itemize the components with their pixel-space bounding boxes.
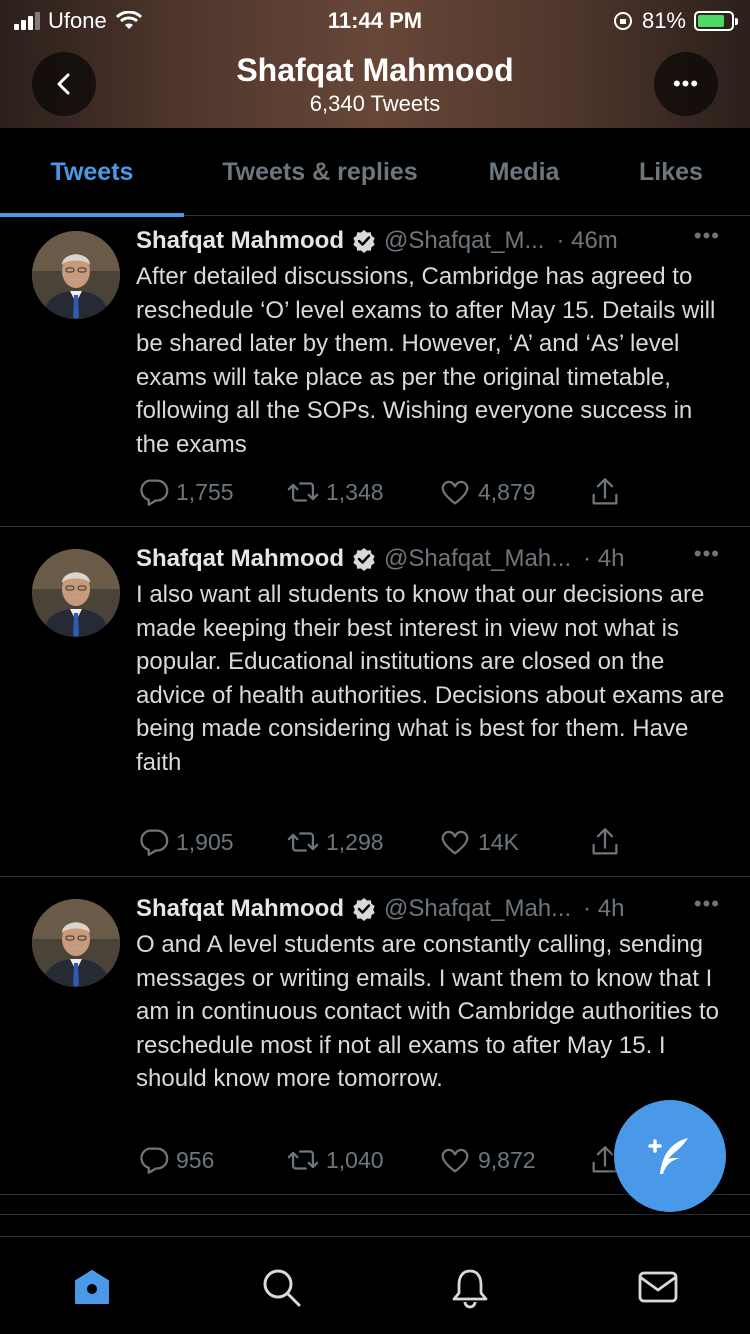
status-bar: Ufone 11:44 PM 81% xyxy=(0,0,750,40)
heart-icon xyxy=(438,1143,472,1177)
author-handle: @Shafqat_Mah... xyxy=(384,545,572,572)
retweet-count: 1,348 xyxy=(326,478,384,505)
search-icon xyxy=(263,1269,301,1307)
avatar[interactable] xyxy=(32,549,120,637)
like-count: 4,879 xyxy=(478,478,536,505)
tweet-text: O and A level students are constantly ca… xyxy=(136,931,719,1092)
tab-tweets[interactable]: Tweets xyxy=(0,128,184,217)
tweet-text: After detailed discussions, Cambridge ha… xyxy=(136,263,716,458)
tweet-actions: 1,755 1,348 4,879 xyxy=(136,474,696,510)
profile-title-block: Shafqat Mahmood 6,340 Tweets xyxy=(0,52,750,117)
share-button[interactable] xyxy=(588,825,622,859)
retweet-count: 1,040 xyxy=(326,1146,384,1173)
retweet-count: 1,298 xyxy=(326,828,384,855)
verified-badge-icon xyxy=(352,229,376,253)
verified-badge-icon xyxy=(352,897,376,921)
tweet-menu-icon[interactable]: ••• xyxy=(694,891,720,917)
avatar[interactable] xyxy=(32,899,120,987)
like-button[interactable]: 14K xyxy=(438,825,519,859)
retweet-button[interactable]: 1,040 xyxy=(286,1143,384,1177)
tweet-card[interactable]: Shafqat Mahmood @Shafqat_M... · 46m ••• … xyxy=(0,217,750,527)
tweet-count: 6,340 Tweets xyxy=(309,91,441,116)
like-count: 9,872 xyxy=(478,1146,536,1173)
reply-icon xyxy=(136,825,170,859)
nav-notifications[interactable] xyxy=(448,1265,492,1309)
bell-icon xyxy=(452,1269,488,1309)
reply-count: 956 xyxy=(176,1146,215,1173)
author-name[interactable]: Shafqat Mahmood xyxy=(136,895,344,923)
tweet-actions: 1,905 1,298 14K xyxy=(136,824,696,860)
author-name[interactable]: Shafqat Mahmood xyxy=(136,227,344,255)
tweet-time: · 4h xyxy=(583,895,625,922)
tab-tweets-replies[interactable]: Tweets & replies xyxy=(184,128,456,216)
profile-tabs: Tweets Tweets & replies Media Likes xyxy=(0,128,750,217)
tab-likes[interactable]: Likes xyxy=(592,128,750,216)
retweet-icon xyxy=(286,1143,320,1177)
avatar[interactable] xyxy=(32,231,120,319)
bottom-nav xyxy=(0,1236,750,1334)
battery-group: 81% xyxy=(612,8,738,34)
like-count: 14K xyxy=(478,828,519,855)
retweet-icon xyxy=(286,825,320,859)
nav-messages[interactable] xyxy=(636,1265,680,1309)
reply-button[interactable]: 956 xyxy=(136,1143,214,1177)
author-name[interactable]: Shafqat Mahmood xyxy=(136,545,344,573)
mail-icon xyxy=(638,1271,678,1303)
reply-icon xyxy=(136,1143,170,1177)
more-icon: ••• xyxy=(672,71,700,96)
reply-count: 1,755 xyxy=(176,478,234,505)
tweet-text: I also want all students to know that ou… xyxy=(136,581,725,776)
like-button[interactable]: 9,872 xyxy=(438,1143,536,1177)
tab-media[interactable]: Media xyxy=(456,128,592,216)
tweet-actions: 956 1,040 9,872 xyxy=(136,1142,696,1178)
like-button[interactable]: 4,879 xyxy=(438,475,536,509)
share-icon xyxy=(588,475,622,509)
reply-button[interactable]: 1,755 xyxy=(136,475,234,509)
profile-name: Shafqat Mahmood xyxy=(236,52,514,88)
profile-header: Ufone 11:44 PM 81% Shafqat Mahmood 6,340… xyxy=(0,0,750,128)
tweet-time: · 4h xyxy=(583,545,625,572)
author-handle: @Shafqat_M... xyxy=(384,227,545,254)
retweet-button[interactable]: 1,348 xyxy=(286,475,384,509)
reply-icon xyxy=(136,475,170,509)
nav-home[interactable] xyxy=(70,1265,114,1309)
verified-badge-icon xyxy=(352,547,376,571)
battery-icon xyxy=(694,11,738,31)
retweet-button[interactable]: 1,298 xyxy=(286,825,384,859)
compose-tweet-icon xyxy=(648,1138,688,1174)
compose-tweet-button[interactable] xyxy=(614,1100,726,1212)
tweet-menu-icon[interactable]: ••• xyxy=(694,223,720,249)
orientation-lock-icon xyxy=(613,12,632,30)
battery-percent: 81% xyxy=(641,8,686,33)
author-handle: @Shafqat_Mah... xyxy=(384,895,572,922)
more-button[interactable]: ••• xyxy=(654,52,718,116)
heart-icon xyxy=(438,825,472,859)
share-icon xyxy=(588,825,622,859)
tweet-header: Shafqat Mahmood @Shafqat_Mah... · 4h ••• xyxy=(136,541,720,573)
nav-search[interactable] xyxy=(259,1265,303,1309)
tweet-menu-icon[interactable]: ••• xyxy=(694,541,720,567)
tweet-header: Shafqat Mahmood @Shafqat_M... · 46m ••• xyxy=(136,223,720,255)
reply-count: 1,905 xyxy=(176,828,234,855)
share-button[interactable] xyxy=(588,475,622,509)
tweet-header: Shafqat Mahmood @Shafqat_Mah... · 4h ••• xyxy=(136,891,720,923)
home-icon xyxy=(75,1270,109,1304)
retweet-icon xyxy=(286,475,320,509)
tweet-card[interactable]: Shafqat Mahmood @Shafqat_Mah... · 4h •••… xyxy=(0,527,750,877)
tweet-time: · 46m xyxy=(556,227,618,254)
reply-button[interactable]: 1,905 xyxy=(136,825,234,859)
heart-icon xyxy=(438,475,472,509)
